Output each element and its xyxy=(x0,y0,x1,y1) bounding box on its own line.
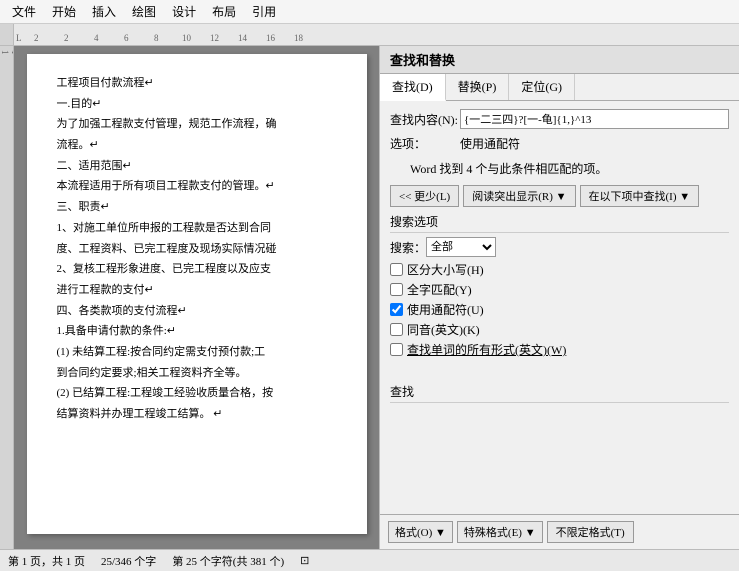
search-direction-row: 搜索： 全部 向上 向下 xyxy=(390,237,729,257)
doc-line: 一.目的↵ xyxy=(57,95,337,114)
tab-goto[interactable]: 定位(G) xyxy=(509,74,575,100)
search-direction-select[interactable]: 全部 向上 向下 xyxy=(426,237,496,257)
menu-layout[interactable]: 布局 xyxy=(204,1,244,22)
less-button[interactable]: << 更少(L) xyxy=(390,185,459,207)
main-buttons-row: << 更少(L) 阅读突出显示(R) ▼ 在以下项中查找(I) ▼ xyxy=(390,185,729,207)
doc-line: 到合同约定要求;相关工程资料齐全等。 xyxy=(57,364,337,383)
ruler: L 2 2 4 6 8 10 12 14 16 18 xyxy=(0,24,739,46)
doc-line: 2、复核工程形象进度、已完工程度以及应支 xyxy=(57,260,337,279)
checkbox-fullword-input[interactable] xyxy=(390,283,403,296)
menu-reference[interactable]: 引用 xyxy=(244,1,284,22)
checkbox-case-label: 区分大小写(H) xyxy=(407,261,484,278)
ruler-num: 8 xyxy=(154,33,159,43)
doc-line: 结算资料并办理工程竣工结算。 ↵ xyxy=(57,405,337,424)
menu-draw[interactable]: 绘图 xyxy=(124,1,164,22)
doc-line: (1) 未结算工程:按合同约定需支付预付款;工 xyxy=(57,343,337,362)
doc-line: 四、各类款项的支付流程↵ xyxy=(57,302,337,321)
checkbox-wildcard: 使用通配符(U) xyxy=(390,301,729,318)
option-value: 使用通配符 xyxy=(460,135,520,152)
doc-line: 进行工程款的支付↵ xyxy=(57,281,337,300)
panel-title: 查找和替换 xyxy=(380,46,739,74)
word-label: Word xyxy=(410,162,436,176)
options-row: 选项： 使用通配符 xyxy=(390,135,729,152)
doc-line xyxy=(57,426,337,445)
option-label: 选项： xyxy=(390,135,460,152)
special-button[interactable]: 特殊格式(E) ▼ xyxy=(457,521,543,543)
doc-line: 为了加强工程款支付管理，规范工作流程，确 xyxy=(57,115,337,134)
checkbox-allforms-input[interactable] xyxy=(390,343,403,356)
document-area[interactable]: 工程项目付款流程↵ 一.目的↵ 为了加强工程款支付管理，规范工作流程，确 流程。… xyxy=(14,46,379,549)
special-label: 特殊格式(E) ▼ xyxy=(464,524,536,540)
find-in-button[interactable]: 在以下项中查找(I) ▼ xyxy=(580,185,700,207)
doc-line: 二、适用范围↵ xyxy=(57,157,337,176)
status-scroll-icon: ⊡ xyxy=(300,554,309,567)
checkbox-fullword-label: 全字匹配(Y) xyxy=(407,281,472,298)
doc-line: 1、对施工单位所申报的工程款是否达到合同 xyxy=(57,219,337,238)
menubar: 文件 开始 插入 绘图 设计 布局 引用 xyxy=(0,0,739,24)
tab-find[interactable]: 查找(D) xyxy=(380,74,446,101)
document-page: 工程项目付款流程↵ 一.目的↵ 为了加强工程款支付管理，规范工作流程，确 流程。… xyxy=(27,54,367,534)
menu-file[interactable]: 文件 xyxy=(4,1,44,22)
status-wordcount: 25/346 个字 xyxy=(101,553,156,569)
checkbox-case: 区分大小写(H) xyxy=(390,261,729,278)
checkbox-allforms-label: 查找单词的所有形式(英文)(W) xyxy=(407,341,566,358)
ruler-num: 10 xyxy=(182,33,191,43)
menu-design[interactable]: 设计 xyxy=(164,1,204,22)
format-button[interactable]: 格式(O) ▼ xyxy=(388,521,453,543)
statusbar: 第 1 页，共 1 页 25/346 个字 第 25 个字符(共 381 个) … xyxy=(0,549,739,571)
doc-line xyxy=(57,446,337,465)
highlight-button[interactable]: 阅读突出显示(R) ▼ xyxy=(463,185,575,207)
checkbox-homophone-input[interactable] xyxy=(390,323,403,336)
doc-line: 工程项目付款流程↵ xyxy=(57,74,337,93)
find-body: 查找内容(N): 选项： 使用通配符 Word 找到 4 个与此条件相匹配的项。… xyxy=(380,101,739,514)
menu-start[interactable]: 开始 xyxy=(44,1,84,22)
doc-line: 流程。↵ xyxy=(57,136,337,155)
doc-line: 三、职责↵ xyxy=(57,198,337,217)
format-label: 格式(O) ▼ xyxy=(395,524,446,540)
checkbox-homophone-label: 同音(英文)(K) xyxy=(407,321,480,338)
doc-line: 度、工程资料、已完工程度及现场实际情况碰 xyxy=(57,240,337,259)
doc-line: 1.具备申请付款的条件:↵ xyxy=(57,322,337,341)
main-area: 1 1 1 1 1 1 1 1 1 1 工程项目付款流程↵ 一.目的↵ 为了加强… xyxy=(0,46,739,549)
find-section-title: 查找 xyxy=(390,383,729,403)
tab-replace[interactable]: 替换(P) xyxy=(446,74,510,100)
checkbox-case-input[interactable] xyxy=(390,263,403,276)
ruler-num: 2 xyxy=(64,33,69,43)
find-footer: 格式(O) ▼ 特殊格式(E) ▼ 不限定格式(T) xyxy=(380,514,739,549)
find-tabs: 查找(D) 替换(P) 定位(G) xyxy=(380,74,739,101)
ruler-num: L xyxy=(16,33,22,43)
result-message: Word 找到 4 个与此条件相匹配的项。 xyxy=(410,160,729,177)
result-text: 找到 4 个与此条件相匹配的项。 xyxy=(439,162,607,176)
ruler-num: 14 xyxy=(238,33,247,43)
search-content-row: 查找内容(N): xyxy=(390,109,729,129)
ruler-num: 16 xyxy=(266,33,275,43)
checkbox-wildcard-input[interactable] xyxy=(390,303,403,316)
doc-line: (2) 已结算工程:工程竣工经验收质量合格，按 xyxy=(57,384,337,403)
search-input[interactable] xyxy=(460,109,729,129)
ruler-num: 12 xyxy=(210,33,219,43)
search-options-title: 搜索选项 xyxy=(390,213,729,233)
search-direction-label: 搜索： xyxy=(390,239,426,256)
ruler-num: 6 xyxy=(124,33,129,43)
checkbox-wildcard-label: 使用通配符(U) xyxy=(407,301,484,318)
checkbox-homophone: 同音(英文)(K) xyxy=(390,321,729,338)
checkbox-allforms: 查找单词的所有形式(英文)(W) xyxy=(390,341,729,358)
menu-insert[interactable]: 插入 xyxy=(84,1,124,22)
ruler-side xyxy=(0,24,14,45)
find-replace-panel: 查找和替换 查找(D) 替换(P) 定位(G) 查找内容(N): 选项： 使用通… xyxy=(379,46,739,549)
ruler-num: 2 xyxy=(34,33,39,43)
ruler-main: L 2 2 4 6 8 10 12 14 16 18 xyxy=(14,24,739,45)
status-charcount: 第 25 个字符(共 381 个) xyxy=(172,553,284,569)
status-page: 第 1 页，共 1 页 xyxy=(8,553,85,569)
search-content-label: 查找内容(N): xyxy=(390,111,460,128)
left-ruler: 1 1 1 1 1 1 1 1 1 1 xyxy=(0,46,14,549)
checkbox-fullword: 全字匹配(Y) xyxy=(390,281,729,298)
ruler-num: 18 xyxy=(294,33,303,43)
ruler-num: 4 xyxy=(94,33,99,43)
doc-line: 本流程适用于所有项目工程款支付的管理。↵ xyxy=(57,177,337,196)
noformat-button[interactable]: 不限定格式(T) xyxy=(547,521,634,543)
